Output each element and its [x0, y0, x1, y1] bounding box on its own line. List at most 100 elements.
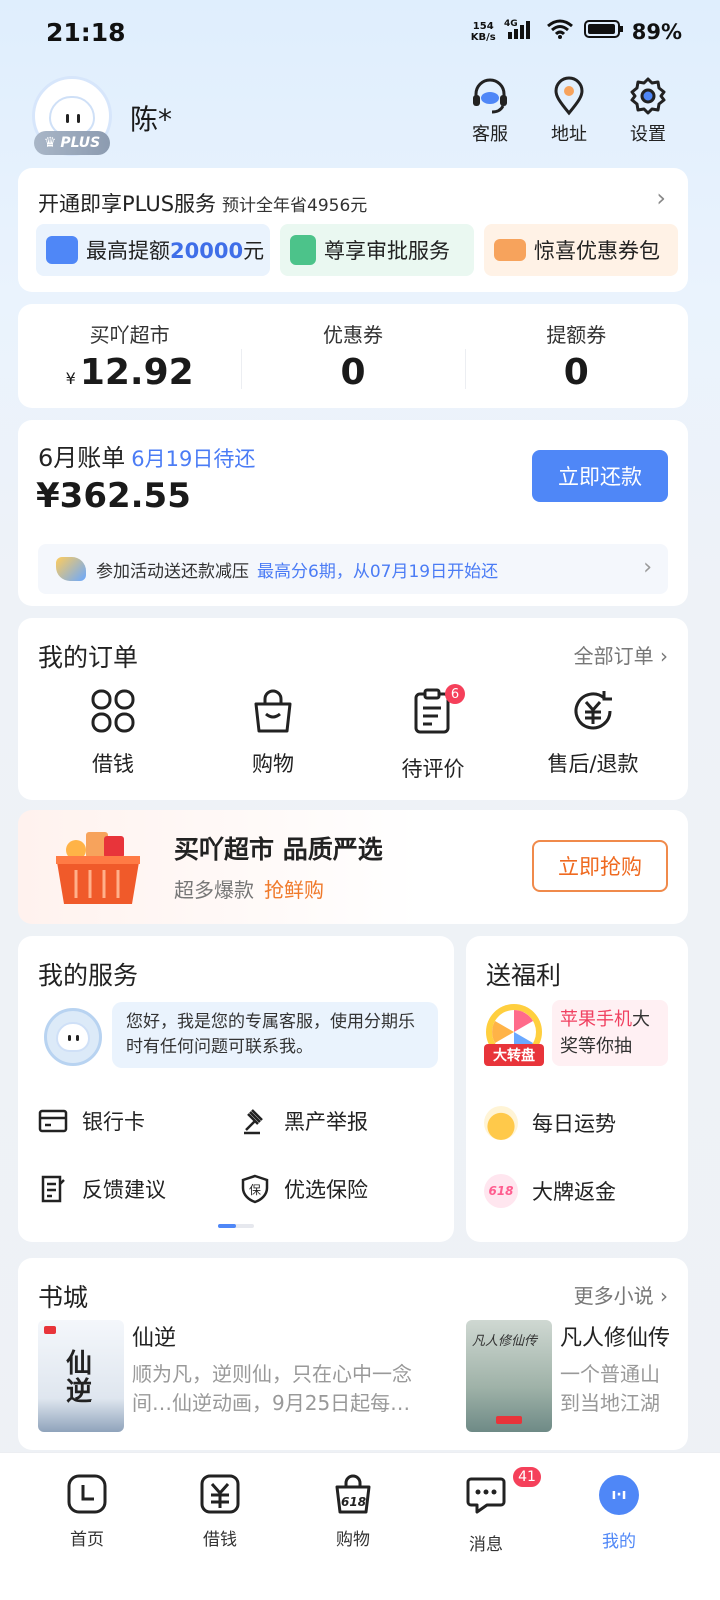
- tab-messages[interactable]: 41 消息: [446, 1465, 543, 1555]
- brand-cashback[interactable]: 618 大牌返金: [484, 1174, 616, 1208]
- repay-now-button[interactable]: 立即还款: [532, 450, 668, 502]
- borrow-grid-icon: [91, 689, 135, 733]
- order-after-sales[interactable]: 售后/退款: [523, 686, 663, 778]
- feedback-icon: [41, 1175, 65, 1203]
- bill-due-date: 6月19日待还: [131, 447, 256, 471]
- stat-coupons[interactable]: 优惠券 0: [241, 319, 464, 393]
- gear-icon: [630, 77, 666, 115]
- grab-now-button[interactable]: 立即抢购: [532, 840, 668, 892]
- net-speed: 154 KB/s: [470, 20, 496, 43]
- service-insurance[interactable]: 保 优选保险: [240, 1174, 368, 1204]
- book-cover-image: 仙逆: [38, 1320, 124, 1432]
- 618-bag-icon: 618: [335, 1474, 371, 1514]
- address-button[interactable]: 地址: [539, 76, 599, 146]
- book-title: 凡人修仙传: [560, 1326, 671, 1351]
- plus-badge: ♛ PLUS: [34, 131, 110, 155]
- tab-shopping[interactable]: 618 购物: [313, 1473, 393, 1550]
- plus-membership-card[interactable]: 开通即享PLUS服务 预计全年省4956元 › 最高提额20000元 尊享审批服务…: [18, 168, 688, 292]
- order-shopping[interactable]: 购物: [203, 686, 343, 778]
- yen-card-icon: [200, 1474, 240, 1514]
- customer-service-button[interactable]: 客服: [460, 76, 520, 146]
- daily-fortune[interactable]: 每日运势: [484, 1106, 616, 1140]
- orders-card: 我的订单 全部订单 › 借钱 购物 6 待评价 售后/退款: [18, 618, 688, 800]
- bill-card: 6月账单 6月19日待还 ¥362.55 立即还款 参加活动送还款减压 最高分6期…: [18, 420, 688, 606]
- all-orders-link[interactable]: 全部订单 ›: [574, 640, 668, 669]
- plus-tag-coupons[interactable]: 惊喜优惠券包: [484, 224, 678, 276]
- insurance-shield-icon: 保: [241, 1174, 269, 1204]
- order-borrow[interactable]: 借钱: [43, 686, 183, 778]
- status-bar: 21:18 154 KB/s 4G 89%: [0, 0, 720, 66]
- avatar-face-icon: [49, 96, 95, 136]
- service-feedback[interactable]: 反馈建议: [38, 1174, 166, 1204]
- book-city-title: 书城: [38, 1283, 89, 1312]
- bottom-tab-bar: 首页 借钱 618 购物 41 消息 ı·ı 我的: [0, 1452, 720, 1600]
- stats-card: 买吖超市 ¥12.92 优惠券 0 提额券 0: [18, 304, 688, 408]
- orders-title: 我的订单: [38, 643, 139, 672]
- plus-subtitle: 预计全年省4956元: [222, 196, 368, 216]
- approval-doc-icon: [290, 235, 316, 265]
- tab-borrow[interactable]: 借钱: [180, 1473, 260, 1550]
- home-clock-icon: [67, 1474, 107, 1514]
- svg-text:4G: 4G: [504, 19, 518, 29]
- status-icons: 154 KB/s 4G 89%: [471, 18, 682, 45]
- review-count-badge: 6: [445, 684, 465, 704]
- credit-raise-icon: [46, 236, 78, 264]
- supermarket-banner[interactable]: 买吖超市 品质严选 超多爆款 抢鲜购 立即抢购: [18, 810, 688, 924]
- service-avatar[interactable]: [44, 1008, 102, 1066]
- shopping-basket-icon: [56, 832, 140, 904]
- book-cover-image: 凡人修仙传: [466, 1320, 552, 1432]
- bank-card-icon: [38, 1109, 68, 1133]
- cover-calligraphy: 仙逆: [66, 1349, 93, 1407]
- book-title: 仙逆: [132, 1326, 177, 1351]
- tab-home[interactable]: 首页: [47, 1473, 127, 1550]
- banner-subtitle: 超多爆款 抢鲜购: [174, 878, 324, 902]
- user-name[interactable]: 陈*: [130, 98, 172, 138]
- refund-yen-icon: [574, 691, 612, 730]
- repay-promo-bar[interactable]: 参加活动送还款减压 最高分6期，从07月19日开始还 ›: [38, 544, 668, 594]
- chevron-right-icon: ›: [643, 555, 652, 580]
- wheel-label: 大转盘: [484, 1044, 544, 1066]
- book-item[interactable]: 凡人修仙传 凡人修仙传 一个普通山 到当地江湖: [466, 1320, 670, 1432]
- book-desc: 一个普通山 到当地江湖: [560, 1362, 660, 1415]
- order-to-review[interactable]: 6 待评价: [363, 684, 503, 783]
- plus-tag-credit[interactable]: 最高提额20000元: [36, 224, 270, 276]
- svg-text:保: 保: [249, 1183, 261, 1197]
- tab-me[interactable]: ı·ı 我的: [579, 1473, 659, 1552]
- bill-amount: ¥362.55: [36, 476, 191, 516]
- profile-face-icon: ı·ı: [599, 1475, 639, 1515]
- more-novels-link[interactable]: 更多小说 ›: [574, 1280, 668, 1309]
- plus-title: 开通即享PLUS服务 预计全年省4956元: [38, 192, 368, 216]
- services-card: 我的服务 您好，我是您的专属客服，使用分期乐时有任何问题可联系我。 银行卡 黑产…: [18, 936, 454, 1242]
- coupon-ticket-icon: [494, 239, 526, 261]
- heart-gem-icon: [56, 557, 86, 581]
- plus-crown-icon: ♛: [43, 135, 57, 151]
- shopping-bag-icon: [254, 689, 292, 733]
- page-indicator: [218, 1224, 254, 1228]
- svg-text:618: 618: [341, 1495, 366, 1509]
- cover-calligraphy: 凡人修仙传: [472, 1334, 538, 1349]
- service-greeting[interactable]: 您好，我是您的专属客服，使用分期乐时有任何问题可联系我。: [112, 1002, 438, 1068]
- headset-icon: [473, 78, 507, 114]
- gold-ingot-icon: [484, 1106, 518, 1140]
- 618-badge-icon: 618: [484, 1174, 518, 1208]
- book-item[interactable]: 仙逆 仙逆 顺为凡，逆则仙，只在心中一念 间…仙逆动画，9月25日起每…: [38, 1320, 412, 1432]
- location-pin-icon: [554, 76, 584, 116]
- book-desc: 顺为凡，逆则仙，只在心中一念 间…仙逆动画，9月25日起每…: [132, 1362, 412, 1415]
- signal-icon: 4G: [504, 18, 538, 45]
- services-title: 我的服务: [38, 961, 139, 990]
- benefits-title: 送福利: [486, 961, 562, 990]
- battery-level: 89%: [631, 19, 682, 44]
- gavel-icon: [244, 1109, 263, 1135]
- prize-text[interactable]: 苹果手机大奖等你抽: [552, 1000, 668, 1066]
- service-report[interactable]: 黑产举报: [240, 1106, 368, 1136]
- wifi-icon: [546, 18, 576, 45]
- service-bank-card[interactable]: 银行卡: [38, 1106, 145, 1136]
- banner-title: 买吖超市 品质严选: [174, 835, 383, 864]
- plus-tag-approval[interactable]: 尊享审批服务: [280, 224, 474, 276]
- settings-button[interactable]: 设置: [618, 76, 678, 146]
- bill-title: 6月账单 6月19日待还: [38, 444, 256, 472]
- avatar-face-icon: [56, 1022, 90, 1052]
- stat-credit-coupons[interactable]: 提额券 0: [464, 319, 688, 393]
- chevron-right-icon: ›: [656, 184, 666, 212]
- stat-supermarket[interactable]: 买吖超市 ¥12.92: [18, 319, 241, 393]
